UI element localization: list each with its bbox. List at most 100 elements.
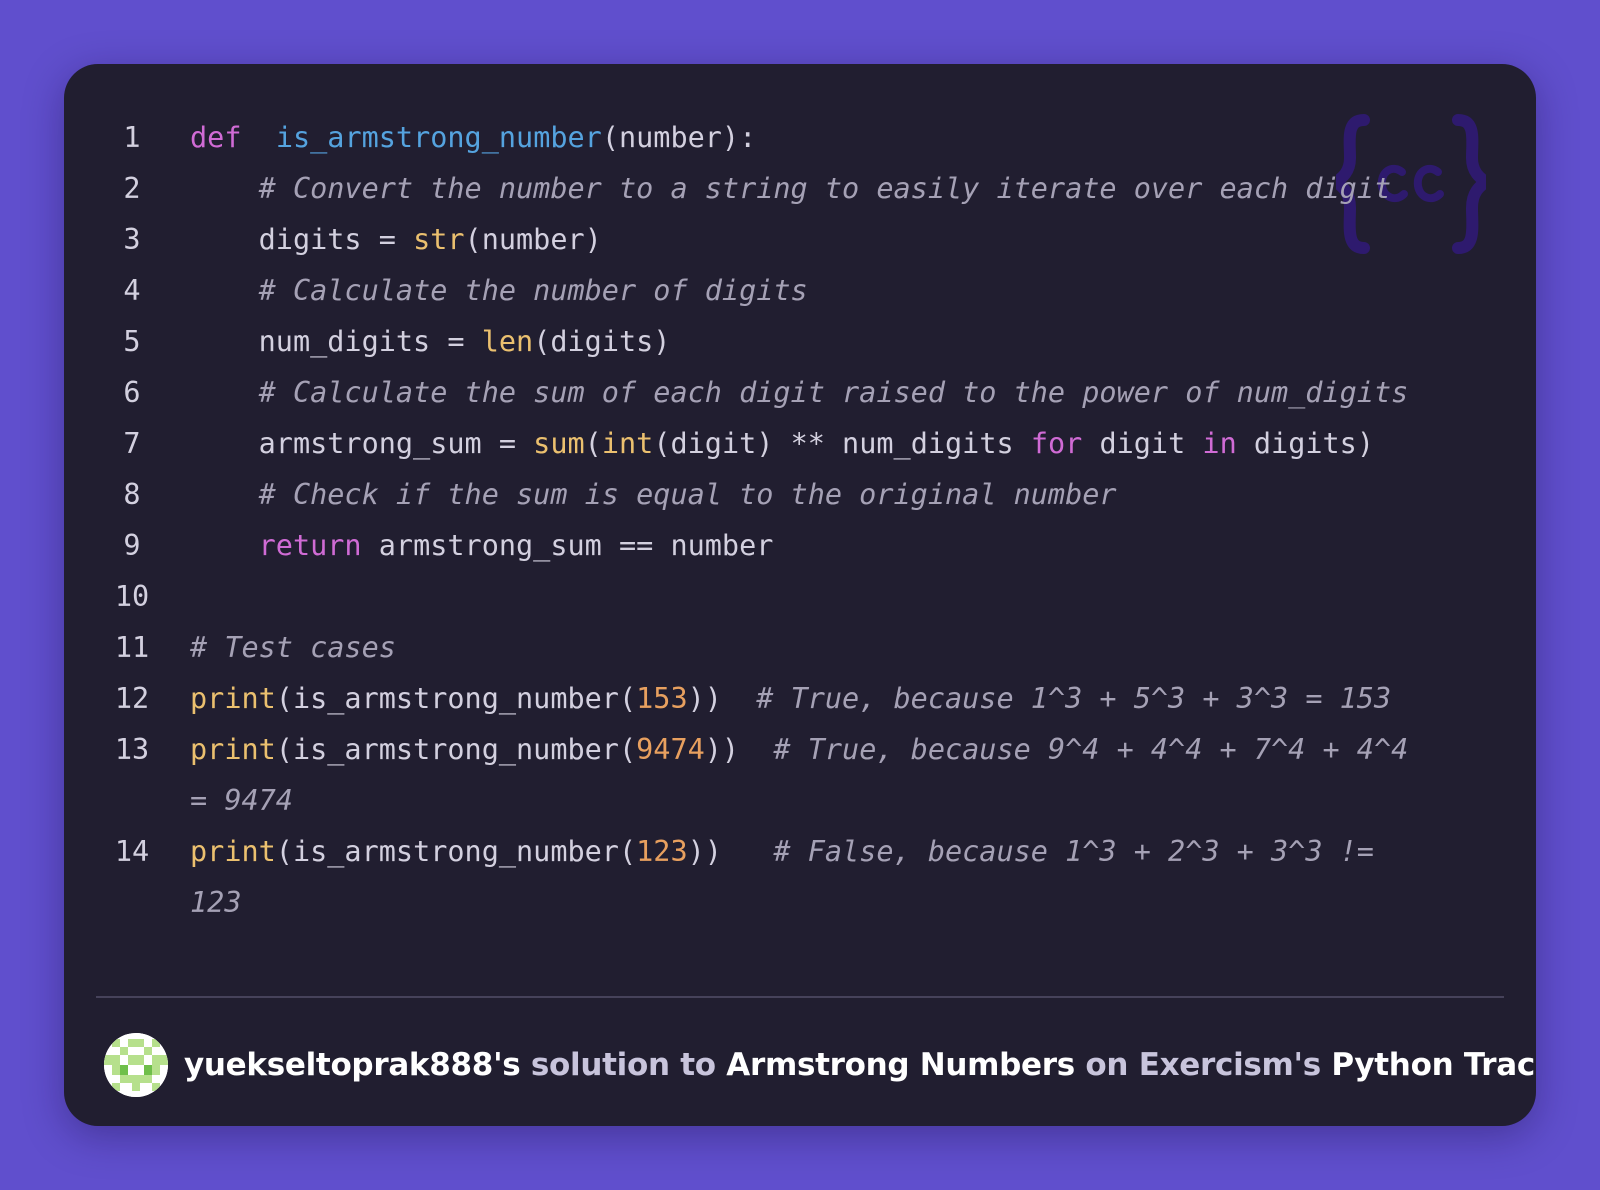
footer: yuekseltoprak888's solution to Armstrong… xyxy=(104,1032,1536,1098)
code-line-continuation: 123 xyxy=(104,877,1504,928)
code-token: digits) xyxy=(1236,427,1375,460)
code-token: (number) xyxy=(464,223,602,256)
code-token: print xyxy=(190,682,276,715)
on-text: on xyxy=(1074,1047,1139,1083)
track-name[interactable]: Python Track. xyxy=(1321,1047,1536,1083)
line-number: 2 xyxy=(123,172,141,205)
username[interactable]: yuekseltoprak888 xyxy=(184,1047,493,1083)
code-token: # Test cases xyxy=(190,631,396,664)
code-token: int xyxy=(601,427,654,460)
code-token: = 9474 xyxy=(190,784,293,817)
user-avatar-icon xyxy=(104,1033,168,1097)
platform-possessive: 's xyxy=(1293,1047,1322,1083)
code-line-continuation: = 9474 xyxy=(104,775,1504,826)
platform-name[interactable]: Exercism xyxy=(1139,1047,1294,1083)
line-number: 6 xyxy=(123,376,141,409)
line-number: 1 xyxy=(123,121,141,154)
code-text: print(is_armstrong_number(153)) # True, … xyxy=(190,673,1391,724)
code-card: 1 def is_armstrong_number(number): 2 # Con… xyxy=(64,64,1536,1126)
code-line: 5 num_digits = len(digits) xyxy=(104,316,1504,367)
code-token: ( xyxy=(584,427,602,460)
line-number xyxy=(104,877,160,928)
code-line: 11 # Test cases xyxy=(104,622,1504,673)
code-text: # Convert the number to a string to easi… xyxy=(190,163,1391,214)
code-token: # Calculate the number of digits xyxy=(258,274,808,307)
code-text: num_digits = len(digits) xyxy=(190,316,671,367)
code-token: # Check if the sum is equal to the origi… xyxy=(258,478,1117,511)
line-number: 13 xyxy=(114,733,150,766)
code-token: 9474 xyxy=(636,733,705,766)
code-text: # Test cases xyxy=(190,622,396,673)
solution-to-text: solution to xyxy=(520,1047,727,1083)
code-token: sum xyxy=(533,427,585,460)
line-number: 4 xyxy=(123,274,141,307)
code-token: (is_armstrong_number( xyxy=(275,835,637,868)
line-number: 3 xyxy=(123,223,141,256)
code-token: 123 xyxy=(190,886,242,919)
code-line: 12 print(is_armstrong_number(153)) # True… xyxy=(104,673,1504,724)
code-line: 1 def is_armstrong_number(number): xyxy=(104,112,1504,163)
code-text: digits = str(number) xyxy=(190,214,602,265)
code-line: 7 armstrong_sum = sum(int(digit) ** num_… xyxy=(104,418,1504,469)
code-token: (digit) ** num_digits xyxy=(653,427,1031,460)
code-text: print(is_armstrong_number(123)) # False,… xyxy=(190,826,1374,877)
code-text: # Check if the sum is equal to the origi… xyxy=(190,469,1117,520)
code-token: in xyxy=(1202,427,1237,460)
code-line: 10 xyxy=(104,571,1504,622)
code-line: 3 digits = str(number) xyxy=(104,214,1504,265)
code-token: )) xyxy=(687,682,757,715)
solution-attribution: yuekseltoprak888's solution to Armstrong… xyxy=(184,1047,1536,1083)
code-text: armstrong_sum = sum(int(digit) ** num_di… xyxy=(190,418,1374,469)
line-number: 12 xyxy=(114,682,150,715)
divider xyxy=(96,996,1504,998)
code-line: 14 print(is_armstrong_number(123)) # Fals… xyxy=(104,826,1504,877)
code-text: = 9474 xyxy=(190,775,293,826)
code-token: return xyxy=(258,529,362,562)
code-token: )) xyxy=(687,835,774,868)
code-text: return armstrong_sum == number xyxy=(190,520,774,571)
line-number: 8 xyxy=(123,478,141,511)
line-number: 7 xyxy=(123,427,141,460)
code-token: # True, because 1^3 + 5^3 + 3^3 = 153 xyxy=(756,682,1392,715)
line-number: 10 xyxy=(114,580,150,613)
line-number: 11 xyxy=(114,631,150,664)
code-line: 6 # Calculate the sum of each digit rais… xyxy=(104,367,1504,418)
code-line: 4 # Calculate the number of digits xyxy=(104,265,1504,316)
exercise-name[interactable]: Armstrong Numbers xyxy=(726,1047,1075,1083)
code-token: 123 xyxy=(636,835,688,868)
line-number: 14 xyxy=(114,835,150,868)
code-token: print xyxy=(190,733,276,766)
code-token: # Calculate the sum of each digit raised… xyxy=(258,376,1409,409)
code-token: def xyxy=(190,121,242,154)
code-token: )) xyxy=(704,733,774,766)
code-text: 123 xyxy=(190,877,241,928)
code-token: (is_armstrong_number( xyxy=(275,682,637,715)
code-line: 9 return armstrong_sum == number xyxy=(104,520,1504,571)
code-text: # Calculate the sum of each digit raised… xyxy=(190,367,1409,418)
code-token: digit xyxy=(1082,427,1203,460)
code-token: # Convert the number to a string to easi… xyxy=(258,172,1392,205)
code-token: (digits) xyxy=(533,325,671,358)
code-token: for xyxy=(1030,427,1083,460)
code-token: armstrong_sum = xyxy=(190,427,534,460)
code-block: 1 def is_armstrong_number(number): 2 # Con… xyxy=(104,112,1504,928)
code-token: num_digits = xyxy=(190,325,482,358)
code-token: 153 xyxy=(636,682,688,715)
code-token: digits = xyxy=(190,223,414,256)
possessive: 's xyxy=(493,1047,521,1083)
code-line: 13 print(is_armstrong_number(9474)) # Tru… xyxy=(104,724,1504,775)
code-token: is_armstrong_number xyxy=(275,121,602,154)
code-line: 8 # Check if the sum is equal to the ori… xyxy=(104,469,1504,520)
code-token: (is_armstrong_number( xyxy=(275,733,637,766)
code-token: len xyxy=(481,325,534,358)
line-number: 5 xyxy=(123,325,141,358)
line-number xyxy=(104,775,160,826)
code-token: armstrong_sum == number xyxy=(361,529,774,562)
code-line: 2 # Convert the number to a string to ea… xyxy=(104,163,1504,214)
